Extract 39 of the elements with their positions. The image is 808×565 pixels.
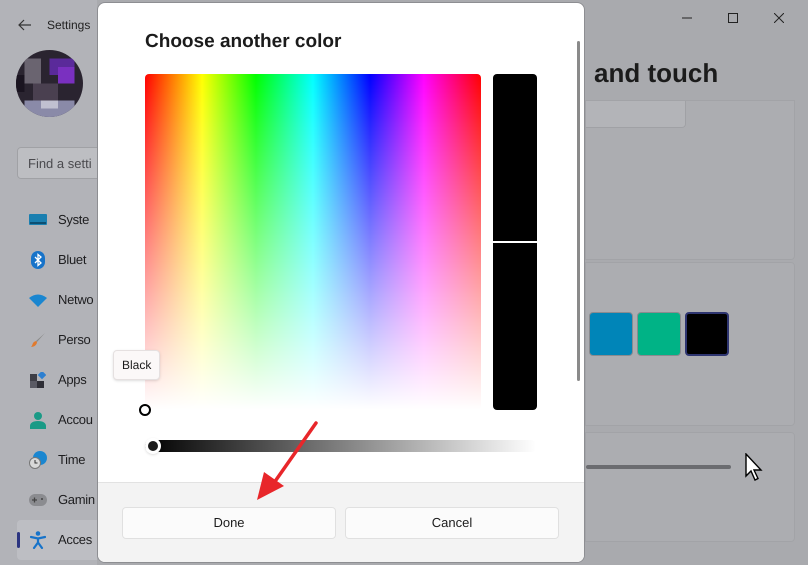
nav-item[interactable]: Gamin	[17, 480, 97, 520]
apps-icon	[30, 372, 46, 388]
page-heading: and touch	[594, 57, 720, 90]
dropdown-field[interactable]	[586, 101, 686, 128]
picker-thumb[interactable]	[139, 404, 151, 416]
nav-item[interactable]: Apps	[17, 360, 97, 400]
person-icon	[30, 411, 46, 429]
nav-item[interactable]: Netwo	[17, 280, 97, 320]
slider-track[interactable]	[586, 465, 731, 469]
gamepad-icon	[28, 494, 46, 506]
dialog-title: Choose another color	[145, 30, 342, 54]
color-swatch[interactable]	[637, 312, 681, 356]
nav-item[interactable]: Time	[17, 440, 97, 480]
selection-indicator	[17, 532, 20, 548]
nav-item[interactable]: Perso	[17, 320, 97, 360]
brush-icon	[30, 332, 46, 348]
window-title: Settings	[47, 17, 90, 34]
search-field[interactable]: Find a setti	[17, 147, 97, 179]
dialog-button[interactable]: Done	[122, 507, 336, 539]
back-arrow-icon	[18, 19, 32, 31]
nav-item[interactable]: Acces	[17, 520, 97, 560]
accessibility-icon	[30, 531, 46, 549]
globe-clock-icon	[28, 451, 46, 469]
color-swatch[interactable]	[589, 312, 633, 356]
monitor-icon	[28, 213, 46, 227]
close-icon	[774, 13, 784, 23]
nav-item[interactable]: Syste	[17, 200, 97, 240]
scrollbar[interactable]	[577, 41, 580, 381]
tooltip: Black	[113, 350, 160, 380]
nav-item[interactable]: Bluet	[17, 240, 97, 280]
slider-thumb[interactable]	[145, 438, 161, 454]
bluetooth-icon	[30, 251, 44, 269]
color-swatch[interactable]	[685, 312, 729, 356]
nav-item[interactable]: Accou	[17, 400, 97, 440]
mouse-cursor-icon	[745, 453, 765, 481]
back-icon[interactable]	[18, 19, 32, 31]
wifi-icon	[28, 294, 46, 306]
dialog-button[interactable]: Cancel	[345, 507, 559, 539]
maximize-icon	[728, 13, 738, 23]
